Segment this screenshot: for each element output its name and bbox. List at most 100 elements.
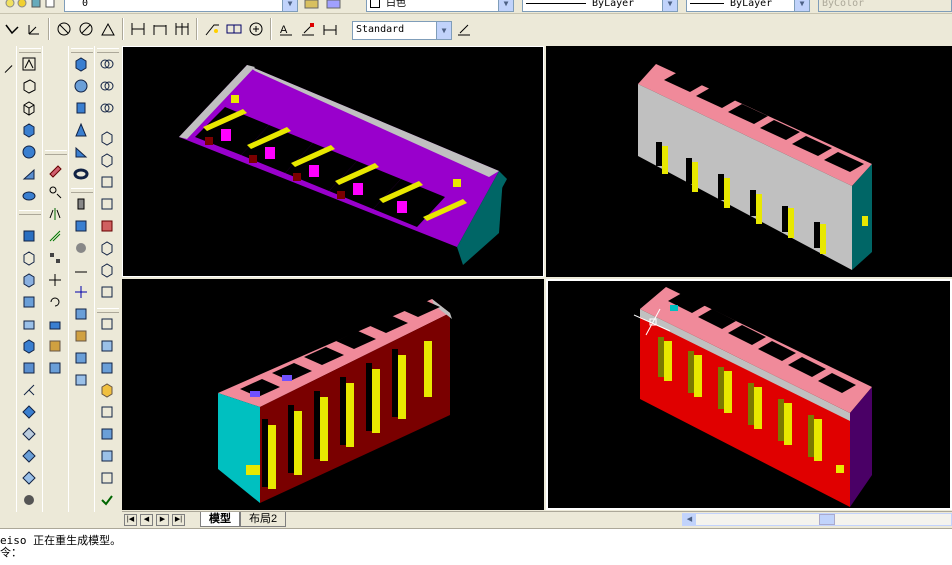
ucs-origin-icon[interactable] xyxy=(97,358,117,378)
interfere-icon[interactable] xyxy=(19,314,39,334)
box-icon[interactable] xyxy=(19,76,39,96)
diamond-outline-icon[interactable] xyxy=(19,424,39,444)
top-view-icon[interactable] xyxy=(97,76,117,96)
ucs-view-icon[interactable] xyxy=(97,336,117,356)
cylinder-icon[interactable] xyxy=(71,98,91,118)
nw-iso-icon[interactable] xyxy=(97,282,117,302)
solid-box-icon[interactable] xyxy=(19,120,39,140)
viewport-bottom-left[interactable] xyxy=(122,279,544,510)
named-views-icon[interactable] xyxy=(97,54,117,74)
layers-manager-icon[interactable] xyxy=(302,0,322,14)
scale-icon[interactable] xyxy=(45,314,65,334)
construction-line-icon[interactable] xyxy=(19,54,39,74)
3d-continuous-orbit-icon[interactable] xyxy=(76,19,96,39)
render-preferences-icon[interactable] xyxy=(71,348,91,368)
revolve-icon[interactable] xyxy=(19,248,39,268)
pencil-icon[interactable] xyxy=(0,58,13,73)
center-mark-icon[interactable] xyxy=(246,19,266,39)
layer-state-icons[interactable] xyxy=(4,0,60,10)
linetype-select[interactable]: ByLayer ▼ xyxy=(522,0,678,12)
move-icon[interactable] xyxy=(45,270,65,290)
ucs-object-icon[interactable] xyxy=(97,424,117,444)
torus-solid-icon[interactable] xyxy=(71,164,91,184)
ucs-apply-icon[interactable] xyxy=(97,468,117,488)
layer-select[interactable]: 0 ▼ xyxy=(64,0,298,12)
chevron-down-icon[interactable]: ▼ xyxy=(436,22,451,39)
section-icon[interactable] xyxy=(19,292,39,312)
stretch-icon[interactable] xyxy=(45,336,65,356)
dimension-style-icon[interactable] xyxy=(454,19,474,39)
ne-iso-icon[interactable] xyxy=(97,260,117,280)
fog-icon[interactable] xyxy=(71,260,91,280)
3d-swivel-icon[interactable] xyxy=(98,19,118,39)
sphere-solid-icon[interactable] xyxy=(71,76,91,96)
bottom-view-icon[interactable] xyxy=(97,98,117,118)
diamond-face-icon[interactable] xyxy=(19,446,39,466)
render-icon[interactable] xyxy=(71,304,91,324)
dim-update-icon[interactable] xyxy=(320,19,340,39)
scroll-left-icon[interactable]: ◀ xyxy=(683,514,696,525)
statistics-icon[interactable] xyxy=(71,326,91,346)
3d-orbit-icon[interactable] xyxy=(54,19,74,39)
dim-linear-icon[interactable] xyxy=(128,19,148,39)
viewport-bottom-right[interactable] xyxy=(546,279,952,510)
extrude-icon[interactable] xyxy=(19,226,39,246)
lineweight-select[interactable]: ByLayer ▼ xyxy=(686,0,810,12)
diamond-edge-icon[interactable] xyxy=(19,468,39,488)
landscape-icon[interactable] xyxy=(71,282,91,302)
tolerance-icon[interactable] xyxy=(224,19,244,39)
chevron-down-icon[interactable]: ▼ xyxy=(282,0,297,11)
ucs-3point-icon[interactable] xyxy=(97,402,117,422)
chevron-down-icon[interactable]: ▼ xyxy=(498,0,513,11)
subtract-icon[interactable] xyxy=(19,358,39,378)
copy-icon[interactable] xyxy=(45,182,65,202)
ucs-world-icon[interactable] xyxy=(24,19,44,39)
sphere-icon[interactable] xyxy=(19,142,39,162)
materials-icon[interactable] xyxy=(71,238,91,258)
leader-icon[interactable] xyxy=(202,19,222,39)
sw-iso-icon[interactable] xyxy=(97,216,117,236)
cube-outline-icon[interactable] xyxy=(19,98,39,118)
dim-aligned-icon[interactable] xyxy=(150,19,170,39)
rotate-icon[interactable] xyxy=(45,292,65,312)
dim-edit-icon[interactable]: A xyxy=(276,19,296,39)
command-line[interactable]: eiso 正在重生成模型。 令： xyxy=(0,528,952,565)
first-tab-icon[interactable]: |◀ xyxy=(124,514,137,526)
cone-icon[interactable] xyxy=(71,120,91,140)
wedge-icon[interactable] xyxy=(19,164,39,184)
render-window-icon[interactable] xyxy=(71,370,91,390)
scroll-thumb[interactable] xyxy=(819,514,835,525)
next-tab-icon[interactable]: ▶ xyxy=(156,514,169,526)
slice-icon[interactable] xyxy=(19,270,39,290)
edge-select-icon[interactable] xyxy=(19,380,39,400)
chevron-down-icon[interactable]: ▼ xyxy=(662,0,677,11)
dim-baseline-icon[interactable] xyxy=(172,19,192,39)
right-view-icon[interactable] xyxy=(97,150,117,170)
dim-style-select[interactable]: Standard ▼ xyxy=(352,21,452,40)
ucs-zaxis-icon[interactable] xyxy=(97,380,117,400)
wedge-solid-icon[interactable] xyxy=(71,142,91,162)
se-iso-icon[interactable] xyxy=(97,238,117,258)
diamond-solid-icon[interactable] xyxy=(19,402,39,422)
tab-layout2[interactable]: 布局2 xyxy=(240,512,287,527)
torus-icon[interactable] xyxy=(19,186,39,206)
color-select[interactable]: 白色 ▼ xyxy=(366,0,514,12)
back-view-icon[interactable] xyxy=(97,194,117,214)
offset-icon[interactable] xyxy=(45,226,65,246)
prev-tab-icon[interactable]: ◀ xyxy=(140,514,153,526)
viewport-top-left[interactable] xyxy=(122,46,544,277)
ucs-check-icon[interactable] xyxy=(97,490,117,510)
viewport-top-right[interactable] xyxy=(546,46,952,277)
light-icon[interactable] xyxy=(71,194,91,214)
scene-icon[interactable] xyxy=(71,216,91,236)
box-solid-icon[interactable] xyxy=(71,54,91,74)
erase-icon[interactable] xyxy=(45,160,65,180)
shell-icon[interactable] xyxy=(19,490,39,510)
union-icon[interactable] xyxy=(19,336,39,356)
front-view-icon[interactable] xyxy=(97,172,117,192)
dim-text-edit-icon[interactable] xyxy=(298,19,318,39)
chevron-down-icon[interactable]: ▼ xyxy=(794,0,809,11)
last-tab-icon[interactable]: ▶| xyxy=(172,514,185,526)
left-view-icon[interactable] xyxy=(97,128,117,148)
ucs-face-icon[interactable] xyxy=(97,446,117,466)
